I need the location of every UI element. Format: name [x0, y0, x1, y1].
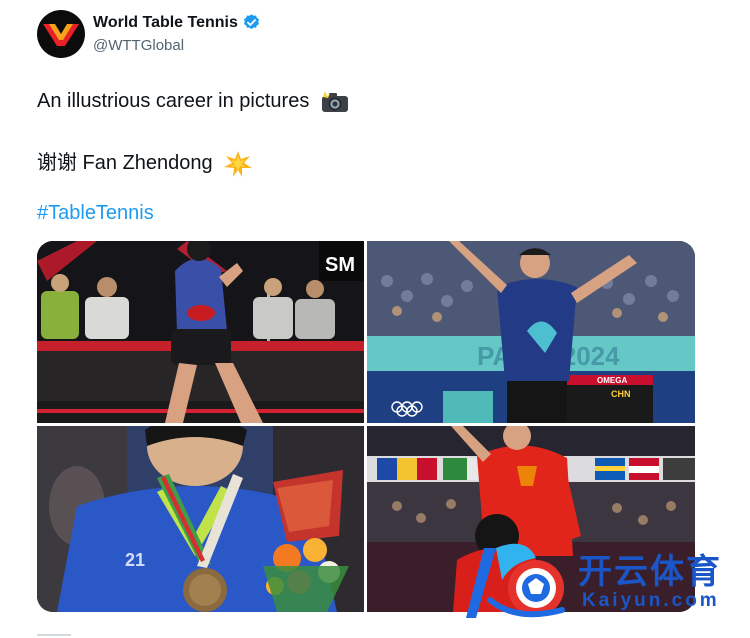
photo-3-scene: 21: [37, 426, 364, 612]
svg-text:21: 21: [125, 550, 145, 570]
photo-arms-wide-olympics[interactable]: PARIS 2024 OMEGA CHN: [367, 241, 695, 423]
svg-text:SM: SM: [325, 254, 355, 276]
tweet-line-2-text: 谢谢 Fan Zhendong: [37, 152, 213, 174]
camera-flash-icon: [321, 90, 348, 112]
divider: [37, 634, 71, 636]
verified-badge-icon: [243, 14, 259, 30]
photo-2-scene: PARIS 2024 OMEGA CHN: [367, 241, 695, 423]
watermark-en-text: Kaiyun.com: [582, 590, 720, 611]
tweet-text-line-2: 谢谢 Fan Zhendong: [37, 146, 253, 177]
photo-medal-ceremony-flowers[interactable]: 21: [37, 426, 364, 612]
star-burst-icon: [224, 150, 253, 177]
tweet-text-line-1: An illustrious career in pictures: [37, 90, 349, 113]
watermark-cn-text: 开云体育: [578, 552, 722, 592]
avatar[interactable]: [37, 10, 85, 58]
account-name[interactable]: World Table Tennis: [93, 14, 238, 32]
wtt-logo-icon: [43, 24, 79, 46]
hashtag-link[interactable]: #TableTennis: [37, 202, 154, 225]
account-handle[interactable]: @WTTGlobal: [93, 37, 184, 54]
photo-celebrating-match-point[interactable]: SM: [37, 241, 364, 423]
tweet-line-1-text: An illustrious career in pictures: [37, 90, 310, 112]
watermark: 开云体育 Kaiyun.com: [466, 540, 746, 624]
photo-1-scene: SM: [37, 241, 364, 423]
svg-text:OMEGA: OMEGA: [597, 376, 627, 385]
kaiyun-logo-icon: [466, 543, 565, 618]
scoreboard-text: CHN: [611, 389, 631, 399]
account-name-row[interactable]: World Table Tennis: [93, 13, 261, 32]
